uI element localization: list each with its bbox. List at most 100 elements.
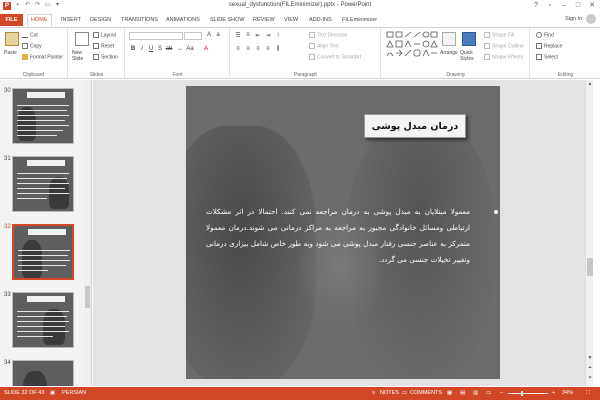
quick-styles-button[interactable]: Quick Styles: [460, 50, 482, 62]
ribbon-display-options-button[interactable]: ▫: [544, 1, 556, 10]
tab-fileminimizer[interactable]: FILEminimizer: [342, 15, 377, 25]
previous-slide-icon[interactable]: ⏶: [586, 364, 594, 372]
paste-icon[interactable]: [5, 32, 19, 46]
select-button[interactable]: Select: [536, 54, 558, 60]
slide-show-icon[interactable]: ▭: [486, 390, 491, 396]
decrease-indent-icon[interactable]: ⇤: [254, 32, 262, 39]
numbering-icon[interactable]: ≡: [244, 32, 252, 38]
avatar[interactable]: [586, 14, 596, 24]
slide-thumbnail-selected[interactable]: [12, 224, 74, 280]
align-text-button[interactable]: Align Text: [309, 43, 339, 49]
strikethrough-icon[interactable]: ab: [165, 46, 173, 52]
zoom-slider[interactable]: [508, 391, 548, 396]
bold-icon[interactable]: B: [129, 46, 137, 52]
quick-styles-icon[interactable]: [462, 32, 476, 46]
thumbnail-scrollbar-thumb[interactable]: [85, 286, 90, 308]
find-button[interactable]: Find: [536, 32, 554, 38]
font-color-icon[interactable]: A: [202, 46, 210, 52]
arrange-icon[interactable]: [442, 32, 456, 46]
justify-icon[interactable]: ≡: [264, 46, 272, 52]
arrange-button[interactable]: Arrange: [440, 50, 458, 56]
shape-outline-button[interactable]: Shape Outline: [484, 43, 524, 49]
section-button[interactable]: Section: [93, 54, 118, 60]
fit-to-window-icon[interactable]: ⛶: [586, 390, 590, 397]
current-slide[interactable]: درمان مبدل پوشی معمولا مبتلایان به مبدل …: [186, 86, 500, 379]
scroll-down-icon[interactable]: ▼: [586, 354, 594, 362]
next-slide-icon[interactable]: ⏷: [586, 374, 594, 382]
change-case-icon[interactable]: Aa: [186, 46, 194, 52]
slide-scrollbar-thumb[interactable]: [587, 258, 593, 276]
zoom-in-icon[interactable]: +: [552, 390, 555, 396]
font-size-select[interactable]: [184, 32, 202, 40]
decrease-font-icon[interactable]: a: [214, 32, 222, 38]
replace-button[interactable]: Replace: [536, 43, 562, 49]
reading-view-icon[interactable]: ▥: [473, 390, 478, 396]
new-slide-icon[interactable]: [75, 32, 89, 46]
slide-scrollbar[interactable]: ▲ ▼ ⏶ ⏷: [585, 80, 593, 386]
tab-slide-show[interactable]: SLIDE SHOW: [210, 15, 245, 25]
language-indicator[interactable]: PERSIAN: [62, 390, 86, 396]
thumbnail-slide-32[interactable]: 32: [0, 220, 91, 284]
minimize-button[interactable]: –: [558, 1, 570, 10]
tab-design[interactable]: DESIGN: [90, 15, 111, 25]
slide-thumbnail[interactable]: [12, 88, 74, 144]
align-center-icon[interactable]: ≡: [244, 46, 252, 52]
slide-thumbnail[interactable]: [12, 156, 74, 212]
tab-file[interactable]: FILE: [0, 14, 23, 26]
char-spacing-icon[interactable]: ↔: [176, 46, 184, 52]
tab-home[interactable]: HOME: [27, 14, 52, 27]
shapes-gallery[interactable]: [386, 31, 438, 61]
slide-thumbnail[interactable]: [12, 292, 74, 348]
align-left-icon[interactable]: ≡: [234, 46, 242, 52]
close-button[interactable]: ✕: [586, 1, 598, 10]
bullets-icon[interactable]: ☰: [234, 32, 242, 39]
zoom-slider-thumb[interactable]: [520, 391, 523, 396]
tab-review[interactable]: REVIEW: [253, 15, 275, 25]
tab-add-ins[interactable]: ADD-INS: [309, 15, 332, 25]
convert-smartart-button[interactable]: Convert to SmartArt: [309, 54, 361, 60]
layout-button[interactable]: Layout: [93, 32, 116, 38]
slide-body-text[interactable]: معمولا مبتلایان به مبدل پوشی به درمان مر…: [206, 204, 470, 268]
normal-view-icon[interactable]: ▦: [447, 390, 452, 396]
thumbnail-slide-31[interactable]: 31: [0, 152, 91, 216]
shadow-icon[interactable]: S: [156, 46, 164, 52]
thumbnail-slide-33[interactable]: 33: [0, 288, 91, 352]
slide-thumbnail[interactable]: [12, 360, 74, 386]
spellcheck-icon[interactable]: ▣: [50, 390, 55, 396]
comments-button[interactable]: COMMENTS: [410, 390, 442, 396]
paste-button[interactable]: Paste: [4, 50, 17, 56]
help-button[interactable]: ?: [530, 1, 542, 10]
slides-group: New Slide Layout Reset Section Slides: [69, 28, 125, 79]
align-right-icon[interactable]: ≡: [254, 46, 262, 52]
slide-title-box[interactable]: درمان مبدل پوشی: [364, 114, 466, 138]
thumbnail-slide-30[interactable]: 30: [0, 84, 91, 148]
slide-sorter-icon[interactable]: ▤: [460, 390, 465, 396]
scroll-up-icon[interactable]: ▲: [586, 80, 594, 88]
text-direction-button[interactable]: Text Direction: [309, 32, 347, 38]
tab-view[interactable]: VIEW: [284, 15, 298, 25]
tab-transitions[interactable]: TRANSITIONS: [121, 15, 158, 25]
increase-indent-icon[interactable]: ⇥: [264, 32, 272, 39]
zoom-out-icon[interactable]: –: [500, 390, 503, 396]
shape-effects-button[interactable]: Shape Effects: [484, 54, 523, 60]
font-family-select[interactable]: [129, 32, 183, 40]
shape-fill-button[interactable]: Shape Fill: [484, 32, 514, 38]
cut-button[interactable]: Cut: [22, 32, 38, 38]
sign-in-link[interactable]: Sign in: [565, 16, 582, 22]
thumbnail-slide-34[interactable]: 34: [0, 356, 91, 386]
line-spacing-icon[interactable]: ↕: [274, 32, 282, 38]
underline-icon[interactable]: U: [147, 46, 155, 52]
reset-button[interactable]: Reset: [93, 43, 114, 49]
notes-button[interactable]: NOTES: [380, 390, 399, 396]
tab-animations[interactable]: ANIMATIONS: [166, 15, 200, 25]
columns-icon[interactable]: ⫼: [274, 46, 282, 53]
increase-font-icon[interactable]: A: [205, 32, 213, 38]
tab-insert[interactable]: INSERT: [61, 15, 81, 25]
copy-button[interactable]: Copy: [22, 43, 42, 49]
zoom-level[interactable]: 34%: [562, 390, 573, 396]
maximize-button[interactable]: □: [572, 1, 584, 10]
italic-icon[interactable]: I: [138, 46, 146, 52]
format-painter-button[interactable]: Format Painter: [22, 54, 63, 60]
thumbnail-scrollbar[interactable]: [84, 80, 91, 386]
new-slide-button[interactable]: New Slide: [72, 50, 92, 62]
